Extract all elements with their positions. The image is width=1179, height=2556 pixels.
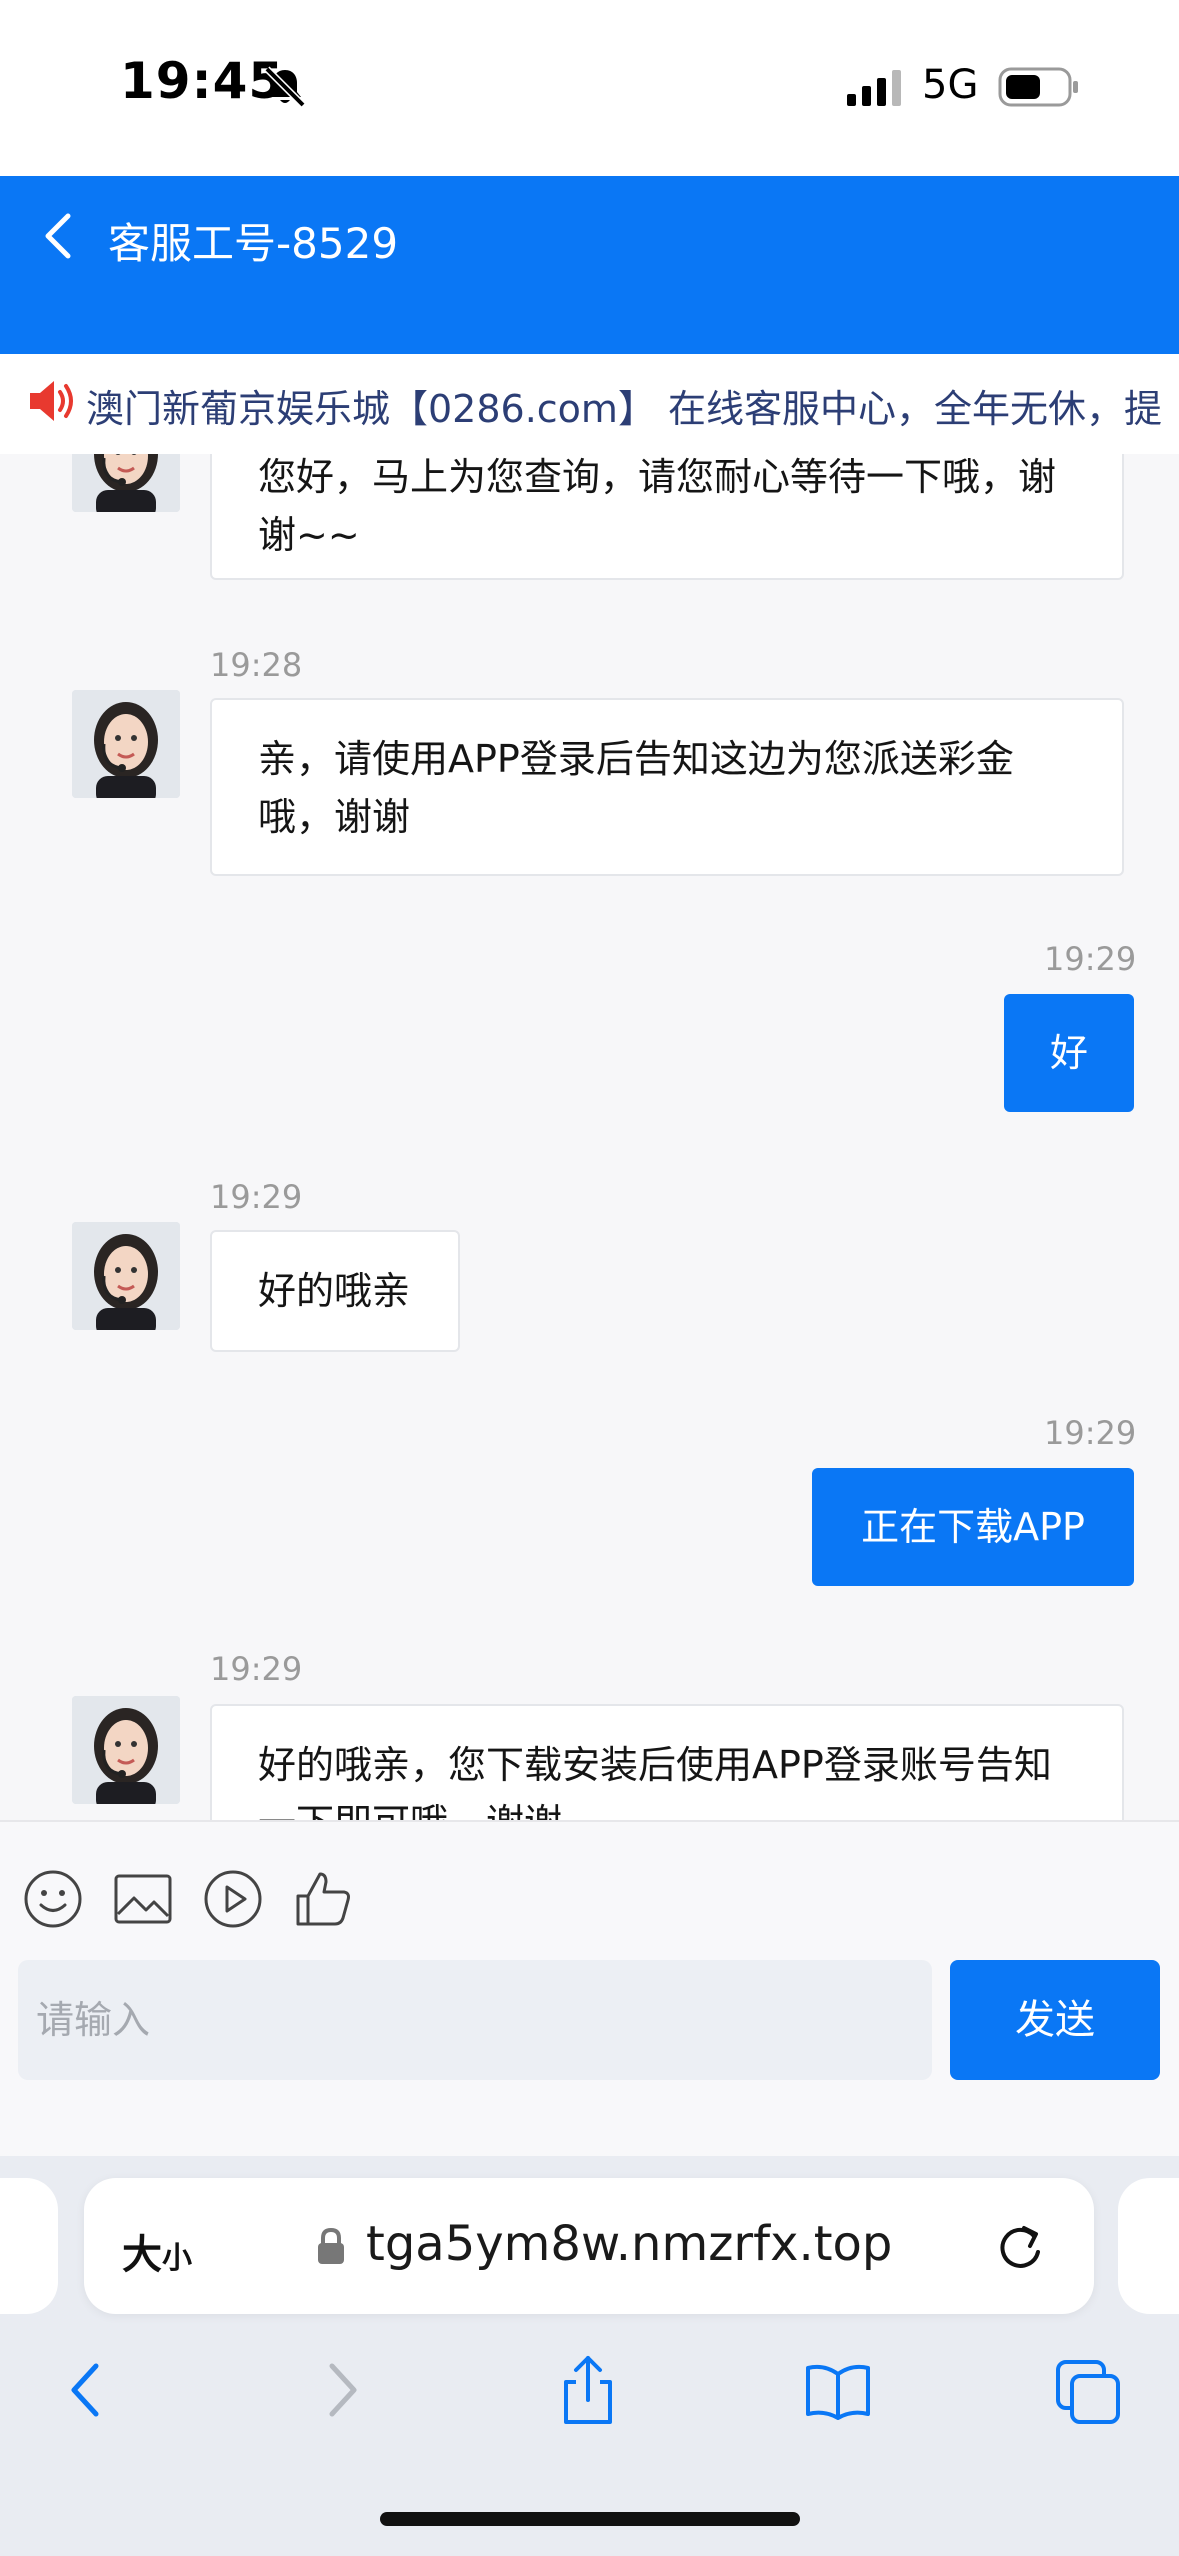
message-text-line: 亲，请使用APP登录后告知这边为您派送彩金	[258, 737, 1014, 781]
user-message-bubble: 好	[1004, 994, 1134, 1112]
video-icon[interactable]	[202, 1868, 264, 1930]
next-tab-preview[interactable]	[1118, 2178, 1179, 2314]
emoji-icon[interactable]	[22, 1868, 84, 1930]
agent-message-bubble: 好的哦亲	[210, 1230, 460, 1352]
bookmarks-icon[interactable]	[802, 2352, 874, 2428]
notice-marquee-text: 澳门新葡京娱乐城【0286.com】 在线客服中心，全年无休，提	[86, 387, 1163, 431]
bell-slash-icon	[264, 66, 306, 108]
agent-avatar	[72, 1696, 180, 1804]
message-text-line: 谢~~	[258, 513, 360, 557]
chat-messages[interactable]: 您好，马上为您查询，请您耐心等待一下哦，谢 谢~~ 19:28 亲，请使用APP…	[0, 454, 1179, 1820]
signal-icon	[847, 70, 901, 106]
text-size-button[interactable]: 大小	[122, 2222, 192, 2280]
message-text-line: 好的哦亲，您下载安装后使用APP登录账号告知	[258, 1743, 1052, 1787]
network-label: 5G	[922, 62, 979, 108]
speaker-icon	[30, 381, 73, 421]
home-indicator	[380, 2512, 800, 2526]
agent-avatar	[72, 454, 180, 512]
message-text-line: 一下即可哦，谢谢	[258, 1794, 1076, 1820]
message-text: 好的哦亲	[258, 1269, 411, 1313]
agent-avatar	[72, 690, 180, 798]
page-title: 客服工号-8529	[108, 219, 399, 268]
back-icon[interactable]	[52, 2352, 124, 2428]
message-timestamp: 19:29	[1044, 940, 1137, 978]
notice-bar: 澳门新葡京娱乐城【0286.com】 在线客服中心，全年无休，提	[0, 354, 1179, 454]
lock-icon	[318, 2227, 344, 2264]
message-timestamp: 19:29	[1044, 1414, 1137, 1452]
message-timestamp: 19:28	[210, 646, 303, 684]
forward-icon	[329, 2363, 357, 2417]
status-time: 19:45	[120, 52, 285, 110]
image-icon[interactable]	[112, 1868, 174, 1930]
message-input[interactable]	[18, 1960, 932, 2080]
user-message-bubble: 正在下载APP	[812, 1468, 1134, 1586]
url-text: tga5ym8w.nmzrfx.top	[366, 2216, 893, 2272]
agent-message-bubble: 好的哦亲，您下载安装后使用APP登录账号告知 一下即可哦，谢谢	[210, 1704, 1124, 1820]
battery-icon	[998, 67, 1078, 107]
chevron-left-icon[interactable]	[40, 210, 76, 262]
address-bar[interactable]: 大小 tga5ym8w.nmzrfx.top	[84, 2178, 1094, 2314]
thumbs-up-icon[interactable]	[292, 1868, 354, 1930]
input-panel: 发送	[0, 1820, 1179, 2156]
previous-tab-preview[interactable]	[0, 2178, 58, 2314]
tabs-icon[interactable]	[1052, 2352, 1124, 2428]
agent-message-bubble: 您好，马上为您查询，请您耐心等待一下哦，谢 谢~~	[210, 454, 1124, 580]
message-text-line: 哦，谢谢	[258, 795, 411, 839]
share-icon[interactable]	[552, 2352, 624, 2428]
agent-message-bubble: 亲，请使用APP登录后告知这边为您派送彩金 哦，谢谢	[210, 698, 1124, 876]
message-text-line: 您好，马上为您查询，请您耐心等待一下哦，谢	[258, 455, 1057, 499]
chat-header: 客服工号-8529	[0, 176, 1179, 354]
status-bar: 19:45 5G	[0, 0, 1179, 176]
message-timestamp: 19:29	[210, 1178, 303, 1216]
send-button[interactable]: 发送	[950, 1960, 1160, 2080]
agent-avatar	[72, 1222, 180, 1330]
reload-icon[interactable]	[994, 2220, 1046, 2274]
message-timestamp: 19:29	[210, 1650, 303, 1688]
browser-toolbar: 大小 tga5ym8w.nmzrfx.top	[0, 2156, 1179, 2556]
